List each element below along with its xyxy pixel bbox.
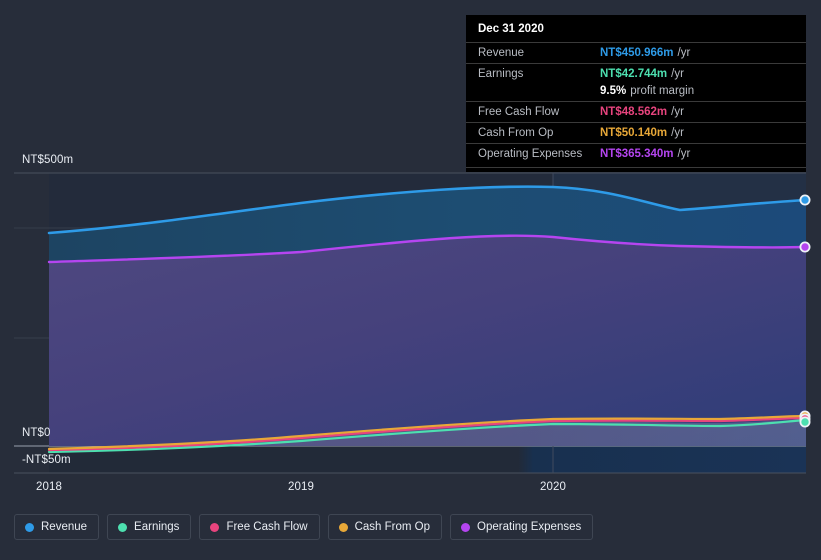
tooltip-key-free-cash-flow: Free Cash Flow [478, 106, 560, 118]
tooltip-key-earnings: Earnings [478, 68, 524, 80]
tooltip-unit-operating-expenses: /yr [677, 148, 691, 160]
legend-item-cash-from-op[interactable]: Cash From Op [327, 514, 443, 540]
tooltip-unit-earnings: /yr [671, 68, 684, 80]
earnings-swatch-icon [118, 522, 128, 532]
negative-zone-band [49, 446, 806, 473]
tooltip-row-free-cash-flow: Free Cash Flow NT$48.562m /yr [466, 101, 806, 122]
tooltip-row-profit-margin: 9.5% profit margin [466, 84, 806, 101]
tooltip-value-earnings: NT$42.744m [600, 68, 668, 80]
tooltip-unit-free-cash-flow: /yr [671, 106, 684, 118]
tooltip-key-revenue: Revenue [478, 47, 525, 59]
tooltip-row-cash-from-op: Cash From Op NT$50.140m /yr [466, 122, 806, 143]
legend-item-revenue[interactable]: Revenue [14, 514, 100, 540]
tooltip-bottom-divider [466, 167, 806, 168]
chart-tooltip: Dec 31 2020 Revenue NT$450.966m /yr Earn… [466, 15, 806, 172]
operating-expenses-area [49, 235, 806, 446]
free-cash-flow-swatch-icon [210, 522, 220, 532]
tooltip-value-cash-from-op: NT$50.140m [600, 127, 668, 139]
tooltip-row-operating-expenses: Operating Expenses NT$365.340m /yr [466, 143, 806, 164]
tooltip-label-profit-margin: profit margin [630, 85, 695, 97]
tooltip-date-title: Dec 31 2020 [478, 23, 544, 35]
legend-label-revenue: Revenue [41, 521, 88, 533]
cash-from-op-swatch-icon [338, 522, 348, 532]
revenue-swatch-icon [25, 522, 34, 532]
legend-label-operating-expenses: Operating Expenses [477, 521, 582, 533]
legend-item-free-cash-flow[interactable]: Free Cash Flow [199, 514, 320, 540]
tooltip-value-operating-expenses: NT$365.340m [600, 148, 674, 160]
tooltip-value-profit-margin: 9.5% [600, 85, 627, 97]
tooltip-key-operating-expenses: Operating Expenses [478, 148, 583, 160]
legend-label-cash-from-op: Cash From Op [354, 521, 431, 533]
tooltip-key-cash-from-op: Cash From Op [478, 127, 554, 139]
legend-item-operating-expenses[interactable]: Operating Expenses [450, 514, 594, 540]
operating-expenses-swatch-icon [461, 522, 471, 532]
tooltip-value-revenue: NT$450.966m [600, 47, 674, 59]
chart-legend: Revenue Earnings Free Cash Flow Cash Fro… [14, 514, 594, 540]
tooltip-row-earnings: Earnings NT$42.744m /yr [466, 63, 806, 84]
tooltip-unit-cash-from-op: /yr [671, 127, 684, 139]
legend-item-earnings[interactable]: Earnings [107, 514, 192, 540]
chart-page: NT$500m NT$0 -NT$50m 2018 2019 2020 Dec … [0, 0, 821, 560]
legend-label-free-cash-flow: Free Cash Flow [226, 521, 308, 533]
tooltip-value-free-cash-flow: NT$48.562m [600, 106, 668, 118]
legend-label-earnings: Earnings [134, 521, 180, 533]
revenue-endpoint-marker[interactable] [799, 194, 811, 206]
operating-expenses-endpoint-marker[interactable] [799, 241, 811, 253]
tooltip-unit-revenue: /yr [677, 47, 691, 59]
tooltip-row-revenue: Revenue NT$450.966m /yr [466, 42, 806, 63]
earnings-endpoint-marker[interactable] [799, 416, 811, 428]
